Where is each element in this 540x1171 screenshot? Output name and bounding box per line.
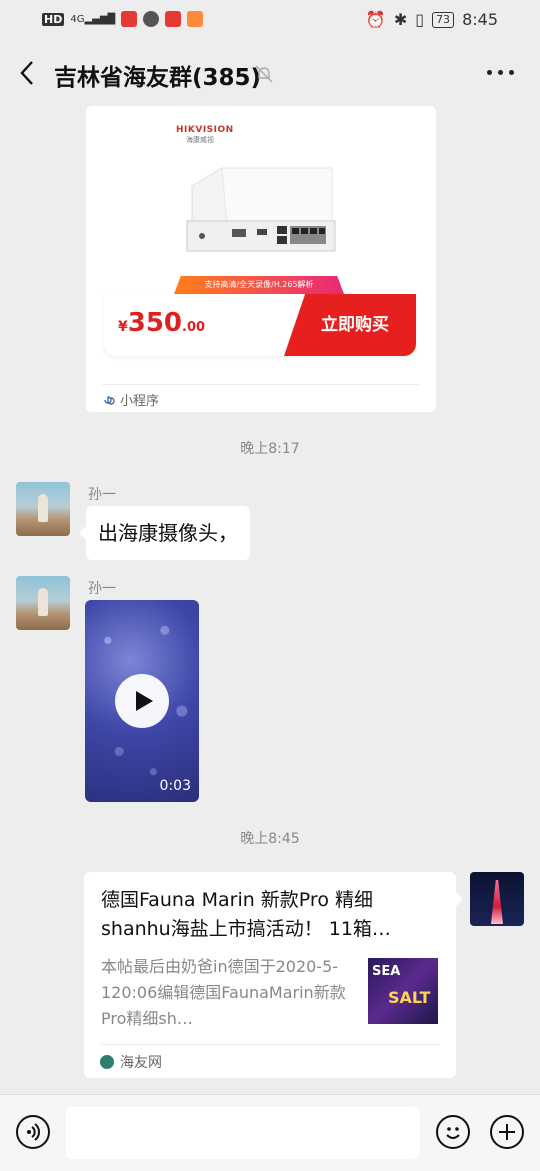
emoji-icon bbox=[446, 1127, 460, 1139]
bluetooth-icon: ✱ bbox=[393, 10, 408, 29]
brand-logo: HIKVISION bbox=[176, 125, 234, 135]
more-options-button[interactable] bbox=[487, 70, 514, 75]
voice-icon bbox=[27, 1123, 40, 1141]
price-area: ¥350.00 立即购买 bbox=[104, 294, 416, 356]
vibrate-icon: ▯ bbox=[415, 10, 425, 29]
sender-name: 孙一 bbox=[88, 581, 116, 597]
mini-program-footer: 小程序 bbox=[102, 384, 420, 412]
avatar[interactable] bbox=[16, 576, 70, 630]
hd-icon: HD bbox=[42, 12, 65, 26]
status-icons-right: ⏰ ✱ ▯ 73 8:45 bbox=[366, 10, 498, 29]
text-message[interactable]: 出海康摄像头， bbox=[79, 506, 250, 560]
status-bar: HD 4G▂▄▆█ ⏰ ✱ ▯ 73 8:45 bbox=[0, 0, 540, 40]
product-image: HIKVISION 海康威视 支持高清/全天录像/H.265解析 ¥350.00… bbox=[104, 106, 416, 356]
source-name: 海友网 bbox=[120, 1055, 162, 1071]
clock: 8:45 bbox=[462, 10, 498, 29]
chat-title: 吉林省海友群(385) bbox=[54, 65, 262, 91]
link-description: 本帖最后由奶爸in德国于2020-5-120:06编辑德国FaunaMarin新… bbox=[101, 957, 346, 1028]
video-duration: 0:03 bbox=[159, 778, 191, 794]
link-title: 德国Fauna Marin 新款Pro 精细shanhu海盐上市搞活动！ 11箱… bbox=[101, 889, 391, 940]
chat-header: 吉林省海友群(385) bbox=[0, 40, 540, 106]
signal-icon: 4G▂▄▆█ bbox=[70, 13, 116, 25]
link-card[interactable]: 德国Fauna Marin 新款Pro 精细shanhu海盐上市搞活动！ 11箱… bbox=[84, 872, 463, 1079]
buy-now-button[interactable]: 立即购买 bbox=[284, 294, 416, 356]
my-avatar[interactable] bbox=[470, 872, 524, 926]
alarm-icon: ⏰ bbox=[365, 10, 386, 29]
avatar[interactable] bbox=[16, 482, 70, 536]
back-icon[interactable] bbox=[16, 58, 42, 88]
cloud-icon bbox=[143, 11, 160, 27]
mini-program-icon bbox=[104, 396, 115, 405]
brand-subtitle: 海康威视 bbox=[186, 136, 214, 144]
plus-icon bbox=[499, 1124, 515, 1140]
feature-strip: 支持高清/全天录像/H.265解析 bbox=[174, 276, 344, 294]
source-logo-icon bbox=[100, 1055, 114, 1069]
sender-name: 孙一 bbox=[88, 487, 116, 503]
timestamp: 晚上8:17 bbox=[240, 441, 300, 457]
voice-input-button[interactable] bbox=[16, 1115, 50, 1149]
product-price: ¥350.00 bbox=[118, 308, 206, 338]
nvr-device-image bbox=[186, 167, 336, 252]
mute-icon bbox=[255, 65, 273, 83]
emoji-button[interactable] bbox=[436, 1115, 470, 1149]
more-functions-button[interactable] bbox=[490, 1115, 524, 1149]
app-notification-icon bbox=[121, 11, 138, 27]
status-icons-left: HD 4G▂▄▆█ bbox=[42, 11, 204, 27]
video-message[interactable]: 0:03 bbox=[85, 600, 199, 802]
battery-indicator: 73 bbox=[432, 11, 455, 28]
mini-program-card[interactable]: HIKVISION 海康威视 支持高清/全天录像/H.265解析 ¥350.00… bbox=[86, 106, 436, 412]
heart-app-icon bbox=[187, 11, 204, 27]
link-thumbnail: SEA SALT bbox=[368, 958, 438, 1024]
link-source: 海友网 bbox=[100, 1044, 440, 1079]
mini-program-label: 小程序 bbox=[120, 393, 160, 409]
timestamp: 晚上8:45 bbox=[240, 831, 300, 847]
message-input[interactable] bbox=[66, 1107, 420, 1159]
input-bar bbox=[0, 1094, 540, 1171]
news-icon bbox=[165, 11, 182, 27]
play-icon[interactable] bbox=[115, 674, 169, 728]
